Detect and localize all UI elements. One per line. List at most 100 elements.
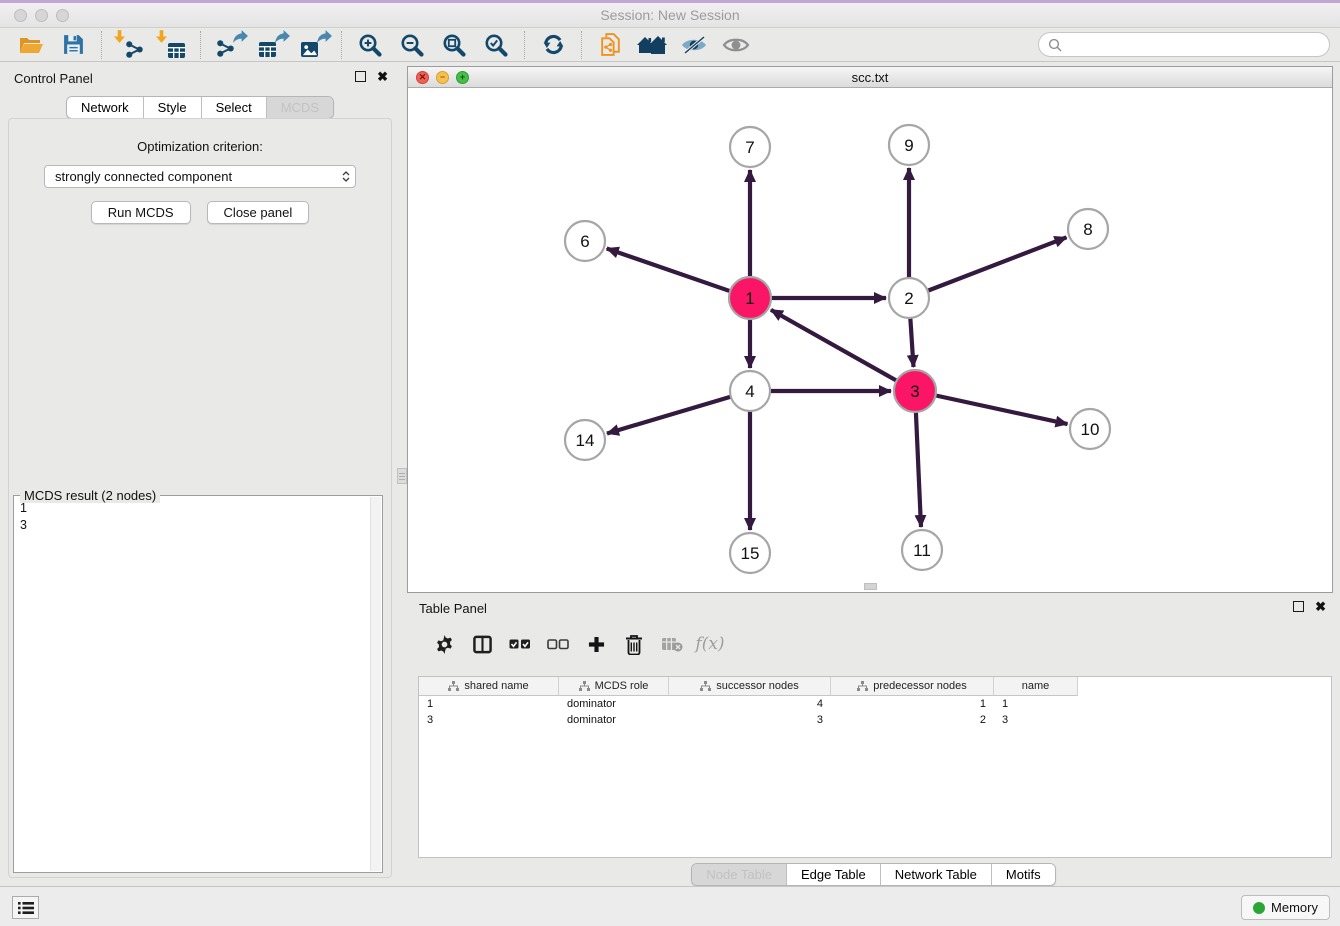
tab-node-table[interactable]: Node Table [692, 864, 787, 885]
column-header-name[interactable]: name [994, 677, 1078, 696]
show-columns-button[interactable] [463, 629, 501, 659]
select-all-button[interactable] [501, 629, 539, 659]
first-neighbors-button[interactable] [631, 30, 673, 60]
table-row[interactable]: 3dominator323 [419, 712, 1331, 728]
function-builder-button[interactable]: f(x) [691, 629, 729, 659]
optimization-criterion-select[interactable]: strongly connected component [44, 165, 356, 188]
table-cell[interactable]: 1 [994, 698, 1078, 710]
tab-network[interactable]: Network [67, 97, 144, 118]
search-input[interactable] [1067, 37, 1320, 52]
tab-style[interactable]: Style [144, 97, 202, 118]
list-icon [17, 901, 35, 915]
table-cell[interactable]: dominator [559, 698, 669, 710]
zoom-fit-button[interactable] [433, 30, 475, 60]
tab-mcds[interactable]: MCDS [267, 97, 333, 118]
close-panel-button[interactable]: Close panel [207, 201, 310, 224]
control-panel-controls: ✖ [355, 71, 388, 82]
delete-column-button[interactable] [615, 629, 653, 659]
import-network-button[interactable] [109, 30, 151, 60]
table-cell[interactable]: 1 [419, 698, 559, 710]
graph-edge-2-3[interactable] [910, 316, 913, 367]
network-graph[interactable]: 7 9 6 8 1 2 4 3 14 10 15 11 [408, 88, 1332, 592]
table-cell[interactable]: 3 [669, 714, 831, 726]
table-cell[interactable]: dominator [559, 714, 669, 726]
graph-node-9[interactable]: 9 [889, 125, 929, 165]
graph-node-label: 6 [580, 232, 589, 251]
table-cell[interactable]: 2 [831, 714, 994, 726]
tab-motifs[interactable]: Motifs [992, 864, 1055, 885]
add-column-button[interactable] [577, 629, 615, 659]
close-panel-icon[interactable]: ✖ [377, 71, 388, 82]
task-history-button[interactable] [12, 896, 39, 919]
graph-node-label: 3 [910, 382, 919, 401]
minimize-window-button[interactable] [35, 9, 48, 22]
column-header-MCDS-role[interactable]: MCDS role [559, 677, 669, 696]
save-session-button[interactable] [52, 30, 94, 60]
refresh-view-button[interactable] [532, 30, 574, 60]
panel-splitter-grip[interactable] [397, 468, 407, 484]
close-view-button[interactable]: ✕ [416, 71, 429, 84]
close-window-button[interactable] [14, 9, 27, 22]
graph-edge-3-10[interactable] [934, 395, 1068, 424]
result-scrollbar[interactable] [370, 497, 381, 871]
graph-edge-2-8[interactable] [926, 237, 1067, 291]
table-cell[interactable]: 3 [419, 714, 559, 726]
graph-node-3[interactable]: 3 [894, 370, 936, 412]
table-cell[interactable]: 4 [669, 698, 831, 710]
delete-table-button[interactable] [653, 629, 691, 659]
zoom-out-button[interactable] [391, 30, 433, 60]
close-panel-icon[interactable]: ✖ [1315, 601, 1326, 612]
column-header-successor-nodes[interactable]: successor nodes [669, 677, 831, 696]
float-panel-icon[interactable] [355, 71, 366, 82]
maximize-window-button[interactable] [56, 9, 69, 22]
graph-node-2[interactable]: 2 [889, 278, 929, 318]
float-panel-icon[interactable] [1293, 601, 1304, 612]
network-canvas[interactable]: 7 9 6 8 1 2 4 3 14 10 15 11 [408, 88, 1332, 592]
tab-select[interactable]: Select [202, 97, 267, 118]
table-cell[interactable]: 1 [831, 698, 994, 710]
export-arrow-icon [316, 29, 333, 49]
zoom-in-button[interactable] [349, 30, 391, 60]
minimize-view-button[interactable]: − [436, 71, 449, 84]
run-mcds-button[interactable]: Run MCDS [91, 201, 191, 224]
network-window-grip[interactable] [864, 583, 877, 590]
graph-node-1[interactable]: 1 [729, 277, 771, 319]
graph-node-6[interactable]: 6 [565, 221, 605, 261]
open-session-button[interactable] [10, 30, 52, 60]
table-row[interactable]: 1dominator411 [419, 696, 1331, 712]
column-header-predecessor-nodes[interactable]: predecessor nodes [831, 677, 994, 696]
tab-network-table[interactable]: Network Table [881, 864, 992, 885]
clone-network-button[interactable] [589, 30, 631, 60]
hide-selected-button[interactable] [673, 30, 715, 60]
graph-node-15[interactable]: 15 [730, 533, 770, 573]
export-network-button[interactable] [208, 30, 250, 60]
graph-edge-3-1[interactable] [771, 310, 899, 382]
graph-node-14[interactable]: 14 [565, 420, 605, 460]
mcds-result-text[interactable]: 1 3 [20, 500, 366, 868]
graph-node-7[interactable]: 7 [730, 127, 770, 167]
export-image-button[interactable] [292, 30, 334, 60]
window-titlebar: Session: New Session [0, 3, 1340, 28]
export-arrow-icon [274, 29, 291, 49]
trash-icon [625, 634, 643, 655]
export-table-button[interactable] [250, 30, 292, 60]
maximize-view-button[interactable]: + [456, 71, 469, 84]
graph-edge-3-11[interactable] [916, 410, 921, 527]
graph-node-8[interactable]: 8 [1068, 209, 1108, 249]
table-settings-button[interactable] [425, 629, 463, 659]
graph-node-4[interactable]: 4 [730, 371, 770, 411]
network-window-titlebar[interactable]: ✕ − + scc.txt [408, 67, 1332, 88]
table-cell[interactable]: 3 [994, 714, 1078, 726]
graph-node-11[interactable]: 11 [902, 530, 942, 570]
column-header-shared-name[interactable]: shared name [419, 677, 559, 696]
deselect-all-button[interactable] [539, 629, 577, 659]
graph-edge-1-6[interactable] [607, 249, 732, 292]
graph-node-10[interactable]: 10 [1070, 409, 1110, 449]
tab-edge-table[interactable]: Edge Table [787, 864, 881, 885]
table-panel-controls: ✖ [1293, 601, 1326, 612]
memory-button[interactable]: Memory [1241, 895, 1330, 920]
import-table-button[interactable] [151, 30, 193, 60]
zoom-selected-button[interactable] [475, 30, 517, 60]
graph-edge-4-14[interactable] [607, 396, 733, 433]
show-all-button[interactable] [715, 30, 757, 60]
